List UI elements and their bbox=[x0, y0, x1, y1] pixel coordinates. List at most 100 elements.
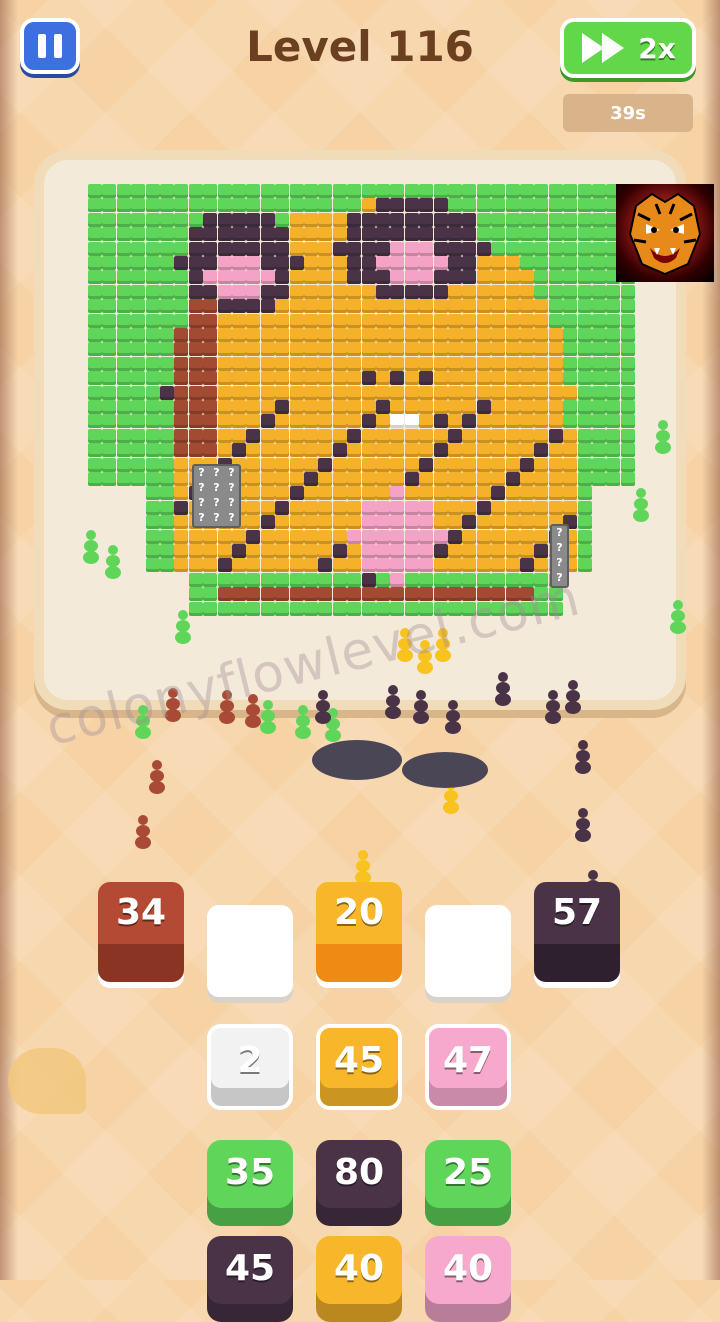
pixel-block bbox=[260, 212, 275, 227]
pixel-block bbox=[188, 184, 203, 198]
pixel-block bbox=[347, 486, 362, 501]
pixel-block bbox=[188, 227, 203, 242]
pixel-block bbox=[390, 241, 405, 256]
pixel-block bbox=[160, 284, 174, 299]
tile-top[interactable]: 2 bbox=[207, 1024, 293, 1110]
ant-nest-hole bbox=[312, 740, 402, 780]
pixel-block bbox=[419, 544, 434, 558]
pixel-block bbox=[304, 544, 318, 558]
pixel-block bbox=[505, 328, 520, 342]
pixel-block bbox=[160, 371, 174, 386]
pixel-block bbox=[88, 284, 102, 299]
pixel-block bbox=[491, 544, 506, 558]
pixel-block bbox=[404, 313, 419, 328]
pixel-block bbox=[304, 356, 318, 371]
pixel-block bbox=[88, 472, 102, 486]
pixel-block bbox=[505, 284, 520, 299]
pixel-block bbox=[145, 371, 160, 386]
pixel-block bbox=[217, 212, 232, 227]
pixel-block bbox=[433, 385, 448, 400]
pixel-block bbox=[520, 356, 534, 371]
pixel-block bbox=[534, 544, 549, 558]
pixel-block bbox=[520, 198, 534, 213]
pixel-block bbox=[563, 270, 578, 285]
pixel-block bbox=[332, 184, 347, 198]
pixel-block bbox=[620, 472, 635, 486]
pixel-block bbox=[116, 256, 131, 270]
pixel-block bbox=[620, 428, 635, 443]
pixel-block bbox=[520, 342, 534, 357]
pixel-block bbox=[188, 529, 203, 544]
pixel-block bbox=[534, 342, 549, 357]
pixel-block bbox=[476, 227, 491, 242]
slot-base bbox=[98, 944, 184, 974]
pixel-block bbox=[318, 241, 333, 256]
pixel-block bbox=[476, 544, 491, 558]
pixel-block bbox=[476, 371, 491, 386]
pixel-block bbox=[289, 443, 304, 458]
pixel-block bbox=[188, 414, 203, 429]
pixel-block bbox=[131, 198, 146, 213]
pixel-block bbox=[217, 328, 232, 342]
ant-green bbox=[100, 545, 126, 579]
pixel-block bbox=[505, 400, 520, 414]
pixel-block bbox=[520, 212, 534, 227]
pixel-block bbox=[419, 342, 434, 357]
pixel-block bbox=[433, 457, 448, 472]
pixel-block bbox=[260, 313, 275, 328]
pixel-block bbox=[390, 342, 405, 357]
pixel-block bbox=[419, 184, 434, 198]
pixel-block bbox=[131, 371, 146, 386]
pixel-block bbox=[188, 371, 203, 386]
pixel-block bbox=[361, 500, 376, 515]
pixel-block bbox=[88, 414, 102, 429]
pixel-block bbox=[419, 572, 434, 587]
pixel-block bbox=[361, 256, 376, 270]
pixel-block bbox=[145, 270, 160, 285]
speed-up-button[interactable]: 2x bbox=[560, 18, 696, 78]
ant-green bbox=[650, 420, 676, 454]
pixel-block bbox=[592, 472, 606, 486]
pixel-block bbox=[116, 342, 131, 357]
pixel-block bbox=[361, 558, 376, 573]
pixel-block bbox=[217, 270, 232, 285]
pixel-block bbox=[577, 328, 592, 342]
tile-top[interactable]: 47 bbox=[425, 1024, 511, 1110]
pixel-block bbox=[304, 342, 318, 357]
pixel-block bbox=[534, 356, 549, 371]
pixel-block bbox=[419, 371, 434, 386]
pixel-block bbox=[217, 313, 232, 328]
pixel-block bbox=[419, 284, 434, 299]
pixel-block bbox=[246, 212, 261, 227]
pixel-block bbox=[102, 414, 117, 429]
pixel-block bbox=[448, 443, 462, 458]
pixel-block bbox=[246, 184, 261, 198]
pixel-block bbox=[491, 385, 506, 400]
pixel-block bbox=[592, 328, 606, 342]
pixel-block bbox=[318, 299, 333, 314]
pixel-block bbox=[217, 184, 232, 198]
ant-yellow bbox=[350, 850, 376, 884]
pixel-block bbox=[246, 356, 261, 371]
pause-button[interactable] bbox=[20, 18, 80, 74]
pixel-block bbox=[304, 198, 318, 213]
pixel-block bbox=[304, 270, 318, 285]
tile-top[interactable]: 45 bbox=[316, 1024, 402, 1110]
pixel-block bbox=[433, 529, 448, 544]
pixel-block bbox=[404, 428, 419, 443]
pixel-block bbox=[203, 572, 218, 587]
pixel-block bbox=[577, 299, 592, 314]
pixel-block bbox=[361, 371, 376, 386]
pixel-block bbox=[246, 486, 261, 501]
pixel-block bbox=[275, 241, 290, 256]
pixel-block bbox=[160, 428, 174, 443]
pixel-block bbox=[88, 227, 102, 242]
pixel-block bbox=[476, 400, 491, 414]
tile: 80 bbox=[316, 1140, 402, 1226]
pixel-block bbox=[404, 284, 419, 299]
mystery-glyph: ? bbox=[213, 481, 220, 494]
pixel-block bbox=[577, 313, 592, 328]
pixel-block bbox=[376, 428, 390, 443]
pixel-block bbox=[318, 472, 333, 486]
pixel-block bbox=[491, 414, 506, 429]
